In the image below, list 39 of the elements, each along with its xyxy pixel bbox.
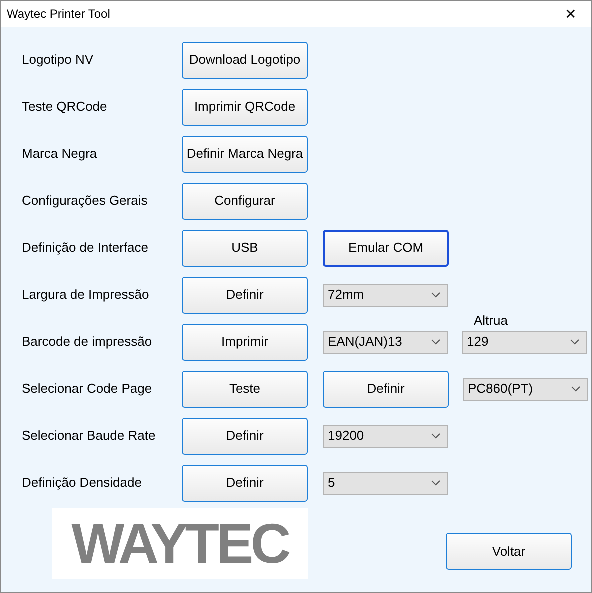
close-button[interactable]: ✕ [551,1,591,27]
row-label: Configurações Gerais [22,192,149,210]
dropdown[interactable]: 5 [323,472,448,494]
button[interactable]: Definir [323,370,449,408]
row-label: Definição de Interface [22,239,150,258]
button[interactable]: Configurar [182,182,308,220]
field-label: Altrua [474,312,508,330]
button[interactable]: Imprimir QRCode [182,88,308,126]
chevron-down-icon [431,433,441,439]
row-label: Selecionar Code Page [22,380,154,398]
button[interactable]: Definir [182,464,308,502]
chevron-down-icon [431,480,441,486]
row-label: Marca Negra [22,145,98,164]
dropdown[interactable]: 129 [462,330,587,354]
row-label: Definição Densidade [22,474,143,492]
button[interactable]: Definir [182,276,308,314]
dropdown[interactable]: PC860(PT) [463,378,588,400]
chevron-down-icon [431,339,441,345]
dropdown[interactable]: 72mm [323,284,448,306]
row-label: Selecionar Baude Rate [22,427,157,446]
button[interactable]: Emular COM [323,230,449,266]
row-label: Logotipo NV [22,51,95,70]
button[interactable]: Teste [182,370,308,408]
button[interactable]: Download Logotipo [182,42,308,78]
button[interactable]: Definir [182,418,308,454]
row-label: Teste QRCode [22,98,108,116]
chevron-down-icon [570,339,580,345]
logo: WAYTEC [52,508,308,579]
button[interactable]: USB [182,230,308,266]
window-title: Waytec Printer Tool [7,6,110,23]
chevron-down-icon [431,292,441,298]
chevron-down-icon [571,386,581,392]
dropdown[interactable]: 19200 [323,424,448,448]
dropdown[interactable]: EAN(JAN)13 [323,330,448,354]
button[interactable]: Definir Marca Negra [182,136,308,172]
row-label: Barcode de impressão [22,333,154,352]
row-label: Largura de Impressão [22,286,150,304]
back-button[interactable]: Voltar [446,533,572,570]
button[interactable]: Imprimir [182,324,308,360]
